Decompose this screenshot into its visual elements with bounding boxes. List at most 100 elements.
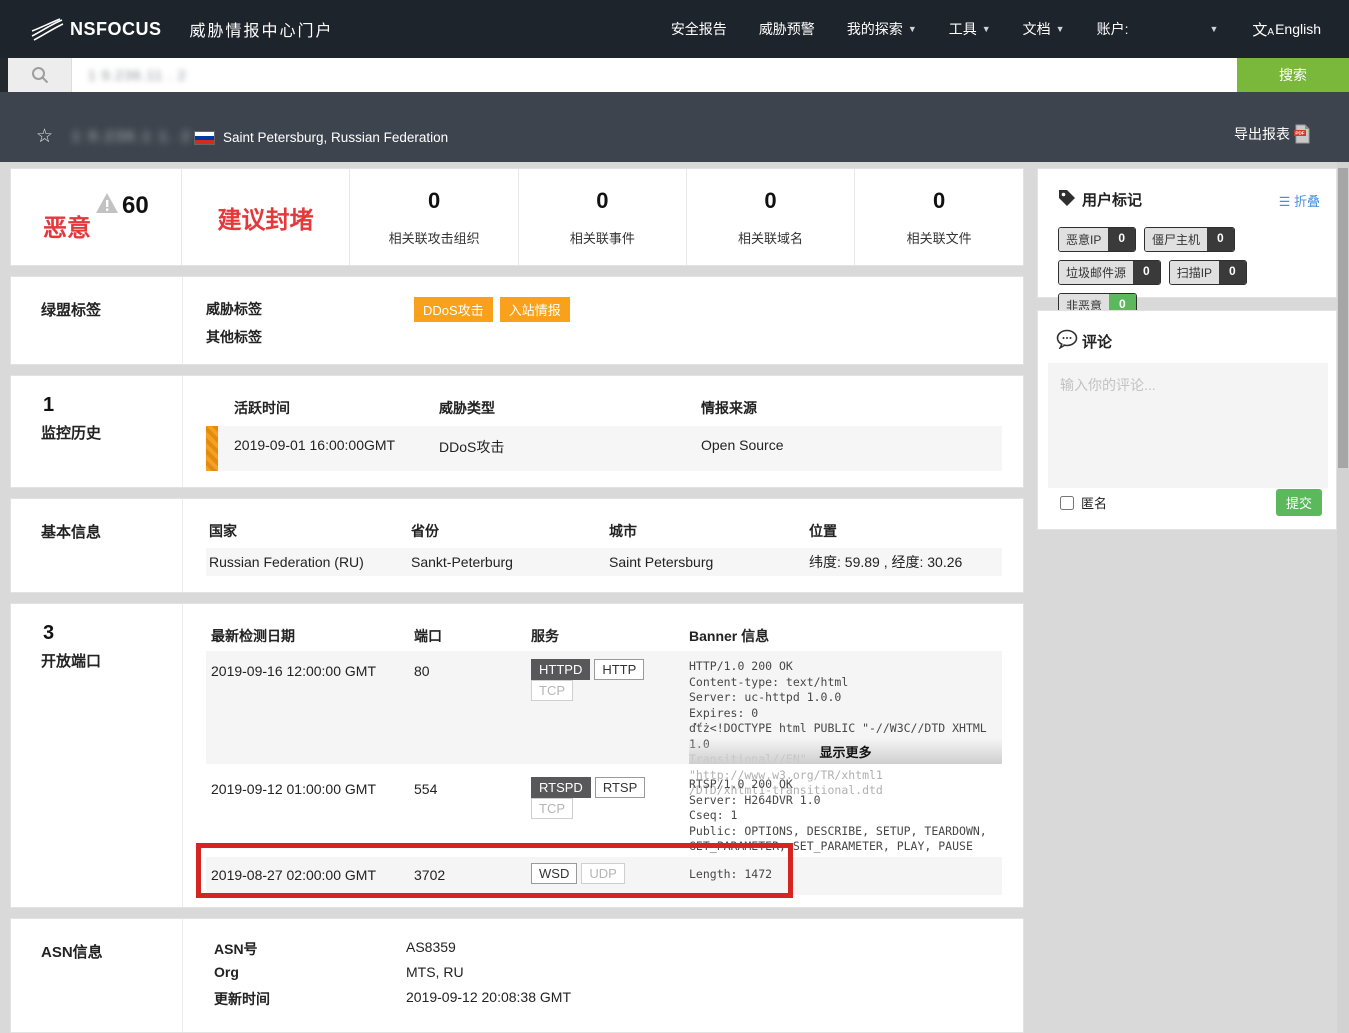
intel-source: Open Source — [701, 437, 1002, 471]
translate-icon: 文 — [1252, 19, 1267, 40]
ip-header: ☆ 1 9.236.1 1. 2 Saint Petersburg, Russi… — [0, 92, 1349, 162]
service-chip: HTTP — [594, 659, 644, 680]
russia-flag-icon — [194, 131, 215, 145]
monitor-table-header: 活跃时间 威胁类型 情报来源 — [206, 398, 1002, 418]
nsfocus-swoosh-icon — [30, 16, 64, 42]
search-button[interactable]: 搜索 — [1237, 58, 1349, 92]
ip-address-redacted: 1 9.236.1 1. 2 — [72, 128, 192, 145]
recommendation-card: 建议封堵 — [182, 169, 351, 265]
export-report-button[interactable]: 导出报表 PDF — [1234, 124, 1311, 144]
ports-table-body: 2019-09-16 12:00:00 GMT 80 HTTPDHTTPTCP … — [206, 651, 1002, 895]
nav-tools[interactable]: 工具▼ — [949, 19, 991, 39]
scrollbar-thumb[interactable] — [1338, 168, 1348, 468]
detect-date: 2019-08-27 02:00:00 GMT — [211, 857, 414, 895]
counter-card-domains[interactable]: 0 相关联域名 — [687, 169, 856, 265]
nav-menu: 安全报告 威胁预警 我的探索▼ 工具▼ 文档▼ 账户:▼ 文AEnglish — [639, 19, 1321, 40]
port-row-554: 2019-09-12 01:00:00 GMT 554 RTSPDRTSPTCP… — [206, 769, 1002, 856]
submit-comment-button[interactable]: 提交 — [1276, 489, 1322, 516]
asn-number-row: ASN号 AS8359 — [206, 939, 456, 959]
ports-table-header: 最新检测日期 端口 服务 Banner 信息 — [206, 626, 1002, 646]
tag-pill-scanner-ip[interactable]: 扫描IP0 — [1169, 260, 1247, 285]
counter-card-attack-groups[interactable]: 0 相关联攻击组织 — [350, 169, 519, 265]
protocol-chip: UDP — [581, 863, 624, 884]
asn-org-row: Org MTS, RU — [206, 964, 464, 980]
show-more-button[interactable]: 显示更多 — [689, 738, 1002, 764]
monitor-table-row: 2019-09-01 16:00:00GMT DDoS攻击 Open Sourc… — [206, 426, 1002, 471]
language-toggle[interactable]: 文AEnglish — [1252, 19, 1321, 40]
nav-threat-alert[interactable]: 威胁预警 — [759, 19, 815, 39]
other-tags-label: 其他标签 — [206, 327, 262, 347]
nsfocus-tags-panel: 绿盟标签 威胁标签 DDoS攻击 入站情报 其他标签 — [10, 276, 1024, 365]
detect-date: 2019-09-12 01:00:00 GMT — [211, 769, 414, 856]
section-title: 用户标记 — [1082, 189, 1142, 210]
asn-number-value: AS8359 — [406, 939, 456, 959]
portal-title: 威胁情报中心门户 — [190, 17, 334, 41]
threat-tag[interactable]: DDoS攻击 — [414, 297, 493, 322]
threat-type: DDoS攻击 — [439, 437, 701, 471]
service-chip: HTTPD — [531, 659, 590, 680]
port-row-80: 2019-09-16 12:00:00 GMT 80 HTTPDHTTPTCP … — [206, 651, 1002, 764]
tag-pill-spam-source[interactable]: 垃圾邮件源0 — [1058, 260, 1161, 285]
comment-input[interactable] — [1048, 363, 1328, 488]
active-time: 2019-09-01 16:00:00GMT — [234, 437, 439, 471]
country-value: Russian Federation (RU) — [209, 554, 411, 570]
province-value: Sankt-Peterburg — [411, 554, 609, 570]
counter-value: 0 — [428, 188, 440, 214]
chevron-down-icon: ▼ — [908, 24, 917, 34]
service-chip: RTSPD — [531, 777, 591, 798]
asn-updated-row: 更新时间 2019-09-12 20:08:38 GMT — [206, 989, 571, 1009]
anonymous-option: 匿名 — [1060, 493, 1107, 512]
page-scrollbar[interactable] — [1337, 162, 1349, 1033]
basic-info-panel: 基本信息 国家 省份 城市 位置 Russian Federation (RU)… — [10, 498, 1024, 593]
nav-security-report[interactable]: 安全报告 — [671, 19, 727, 39]
banner-info: RTSP/1.0 200 OK Server: H264DVR 1.0 Cseq… — [689, 769, 1002, 856]
brand-name: NSFOCUS — [70, 19, 162, 40]
latlon-value: 纬度: 59.89 , 经度: 30.26 — [809, 552, 1002, 572]
counter-card-events[interactable]: 0 相关联事件 — [519, 169, 687, 265]
anonymous-checkbox[interactable] — [1060, 496, 1074, 510]
basic-table-header: 国家 省份 城市 位置 — [206, 521, 1002, 541]
service-chips: RTSPDRTSP TCP — [531, 769, 689, 856]
tag-pill-malicious-ip[interactable]: 恶意IP0 — [1058, 227, 1136, 252]
counter-value: 0 — [596, 188, 608, 214]
nav-my-explore[interactable]: 我的探索▼ — [847, 19, 917, 39]
comments-panel: 评论 匿名 提交 — [1037, 310, 1337, 530]
tag-pill-zombie-host[interactable]: 僵尸主机0 — [1144, 227, 1235, 252]
nav-account[interactable]: 账户:▼ — [1097, 19, 1219, 39]
city-value: Saint Petersburg — [609, 554, 809, 570]
summary-panel: 恶意 60 建议封堵 0 相关联攻击组织 0 相关联事件 0 相关联域名 0 相… — [10, 168, 1024, 266]
counter-card-files[interactable]: 0 相关联文件 — [855, 169, 1023, 265]
user-tag-pills: 恶意IP0 僵尸主机0 垃圾邮件源0 扫描IP0 非恶意0 — [1058, 227, 1322, 318]
top-navbar: NSFOCUS 威胁情报中心门户 安全报告 威胁预警 我的探索▼ 工具▼ 文档▼… — [0, 0, 1349, 58]
nav-docs[interactable]: 文档▼ — [1023, 19, 1065, 39]
page: NSFOCUS 威胁情报中心门户 安全报告 威胁预警 我的探索▼ 工具▼ 文档▼… — [0, 0, 1349, 1033]
open-ports-panel: 3 开放端口 最新检测日期 端口 服务 Banner 信息 2019-09-16… — [10, 603, 1024, 908]
port-row-3702: 2019-08-27 02:00:00 GMT 3702 WSDUDP Leng… — [206, 857, 1002, 895]
threat-tag[interactable]: 入站情报 — [500, 297, 570, 322]
section-title: 开放端口 — [41, 650, 101, 671]
search-input[interactable]: 1 9.236.11 . 2 — [72, 58, 1237, 92]
protocol-chip: TCP — [531, 798, 573, 819]
verdict-card: 恶意 60 — [11, 169, 182, 265]
service-chip: WSD — [531, 863, 577, 884]
risk-score: 60 — [122, 192, 149, 220]
nsfocus-logo[interactable]: NSFOCUS — [30, 16, 162, 42]
collapse-button[interactable]: ☰ 折叠 — [1279, 191, 1320, 210]
favorite-star-icon[interactable]: ☆ — [36, 125, 53, 148]
section-title: 绿盟标签 — [41, 299, 101, 320]
section-title: 基本信息 — [41, 521, 101, 542]
ports-count: 3 — [43, 622, 54, 645]
chevron-down-icon: ▼ — [1209, 24, 1218, 34]
asn-updated-value: 2019-09-12 20:08:38 GMT — [406, 989, 571, 1009]
svg-text:PDF: PDF — [1295, 131, 1304, 136]
translate-icon-a: A — [1267, 27, 1274, 38]
section-title: ASN信息 — [41, 941, 103, 962]
banner-info: Length: 1472 — [689, 857, 1002, 895]
geo-location-label: Saint Petersburg, Russian Federation — [223, 130, 448, 145]
warning-triangle-icon — [95, 192, 119, 214]
counter-label: 相关联文件 — [907, 228, 972, 247]
detect-date: 2019-09-16 12:00:00 GMT — [211, 651, 414, 764]
asn-info-panel: ASN信息 ASN号 AS8359 Org MTS, RU 更新时间 2019-… — [10, 918, 1024, 1033]
asn-org-value: MTS, RU — [406, 964, 464, 980]
service-chip: RTSP — [595, 777, 645, 798]
